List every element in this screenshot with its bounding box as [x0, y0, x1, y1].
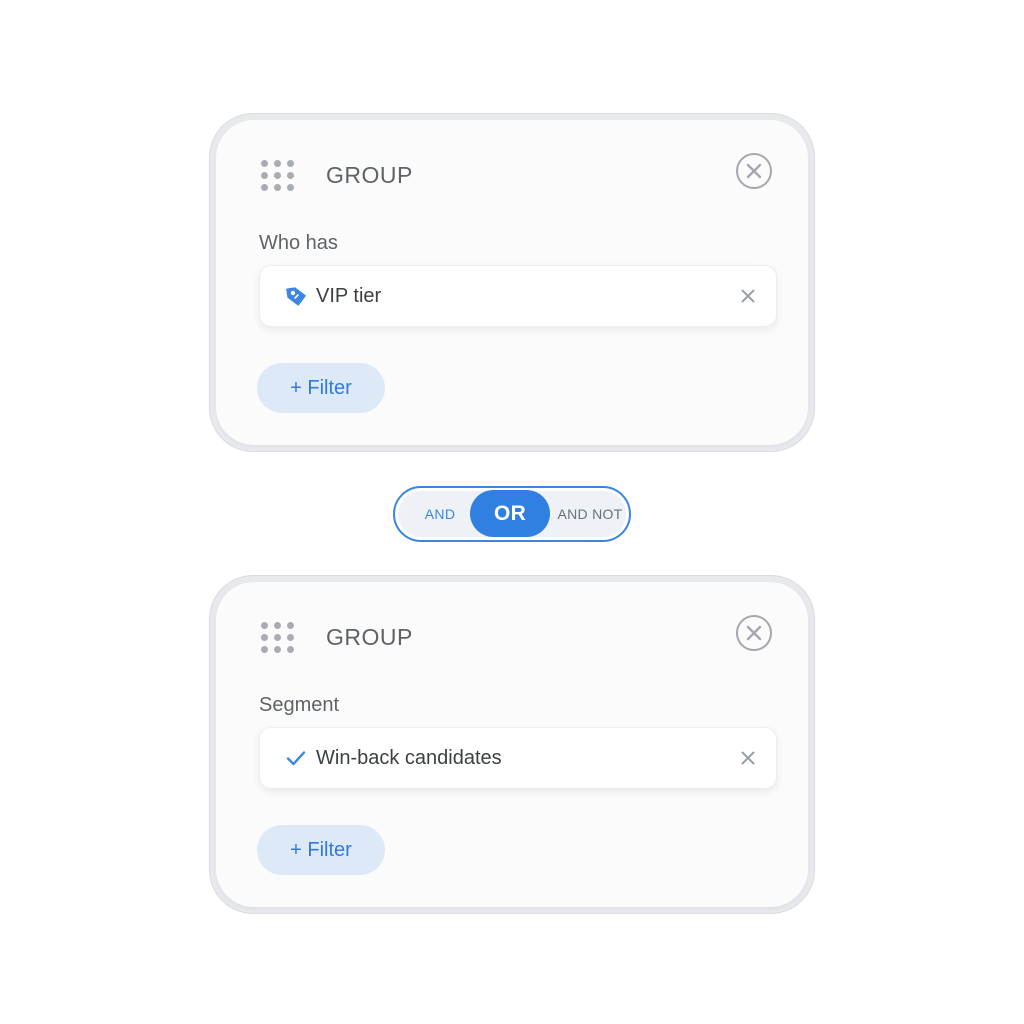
drag-handle-icon[interactable]: [261, 622, 297, 656]
group-title: GROUP: [326, 624, 413, 650]
group-card: GROUP Segment Win-back candidates + Filt…: [209, 575, 815, 914]
group-title: GROUP: [326, 162, 413, 188]
condition-value: VIP tier: [316, 284, 382, 307]
check-icon: [284, 746, 308, 770]
operator-and[interactable]: AND: [409, 488, 471, 539]
add-filter-button[interactable]: + Filter: [257, 363, 385, 413]
group-card-body: GROUP Segment Win-back candidates + Filt…: [216, 582, 808, 907]
remove-condition-button[interactable]: [738, 286, 758, 306]
drag-handle-icon[interactable]: [261, 160, 297, 194]
operator-or-selected[interactable]: OR: [470, 490, 550, 537]
remove-group-button[interactable]: [736, 153, 772, 189]
remove-group-button[interactable]: [736, 615, 772, 651]
field-label: Who has: [259, 232, 338, 254]
close-icon: [746, 163, 762, 179]
remove-condition-button[interactable]: [738, 748, 758, 768]
tag-icon: [284, 284, 308, 308]
logic-operator-toggle: AND AND NOT OR: [393, 486, 631, 542]
operator-and-not[interactable]: AND NOT: [549, 488, 631, 539]
group-card: GROUP Who has VIP tier + Filter: [209, 113, 815, 452]
field-label: Segment: [259, 694, 340, 716]
close-icon: [741, 751, 755, 765]
condition-chip[interactable]: VIP tier: [259, 265, 777, 327]
add-filter-button[interactable]: + Filter: [257, 825, 385, 875]
segment-builder: GROUP Who has VIP tier + Filter AND AND …: [0, 0, 1024, 1024]
condition-chip[interactable]: Win-back candidates: [259, 727, 777, 789]
group-card-body: GROUP Who has VIP tier + Filter: [216, 120, 808, 445]
close-icon: [741, 289, 755, 303]
close-icon: [746, 625, 762, 641]
condition-value: Win-back candidates: [316, 746, 502, 769]
